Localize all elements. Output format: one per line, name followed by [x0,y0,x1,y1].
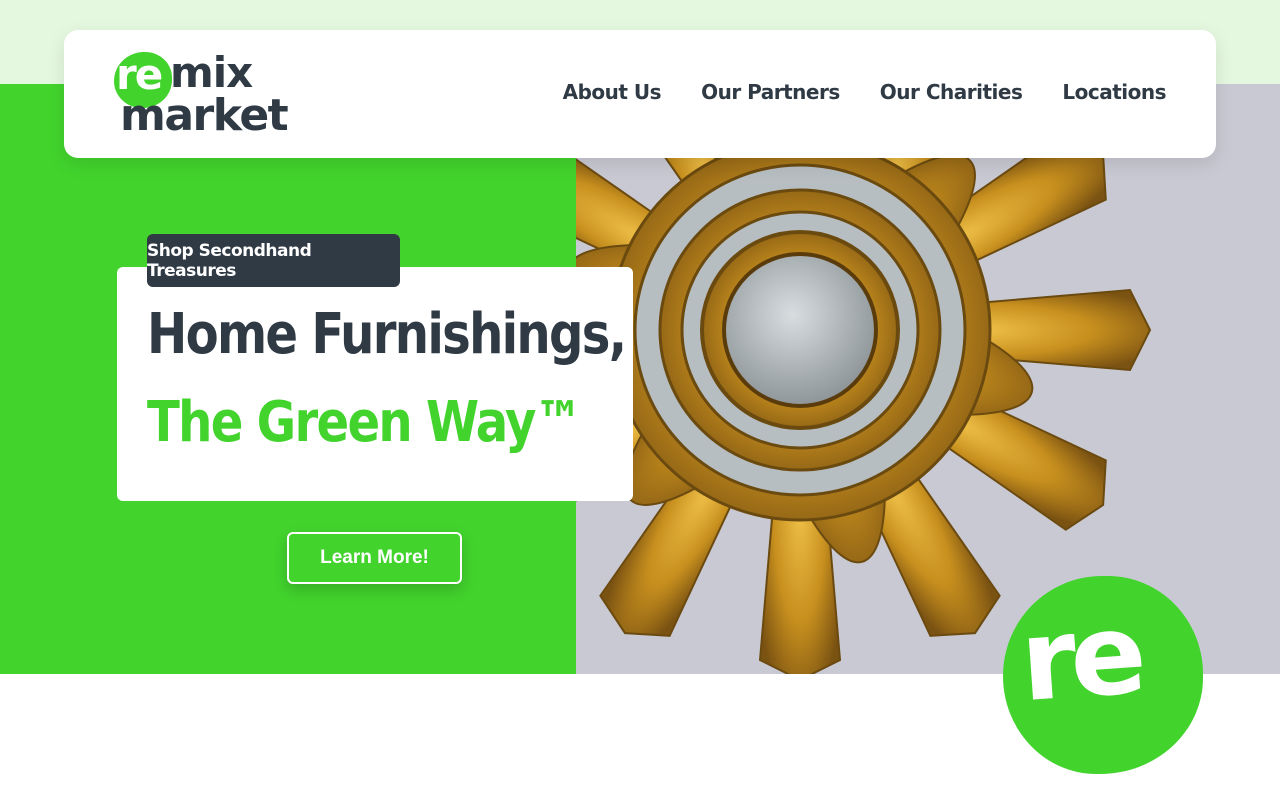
badge-re-text: re [1016,589,1145,727]
main-nav: About Us Our Partners Our Charities Loca… [563,80,1167,104]
hero-headline-card: Home Furnishings, The Green Way™ [117,267,633,501]
remix-market-logo[interactable]: re mix market [112,48,292,144]
site-header: re mix market About Us Our Partners Our … [64,30,1216,158]
re-badge-logo: re [1003,576,1203,774]
nav-locations[interactable]: Locations [1062,80,1166,104]
learn-more-button[interactable]: Learn More! [287,532,462,584]
logo-market-text: market [120,90,289,141]
hero-tag-label: Shop Secondhand Treasures [147,234,400,287]
nav-our-charities[interactable]: Our Charities [880,80,1023,104]
logo-mix-text: mix [170,48,253,97]
nav-about-us[interactable]: About Us [563,80,662,104]
hero-headline-line-1: Home Furnishings, [147,302,627,367]
nav-our-partners[interactable]: Our Partners [701,80,840,104]
hero-headline-line-2: The Green Way™ [147,390,583,455]
